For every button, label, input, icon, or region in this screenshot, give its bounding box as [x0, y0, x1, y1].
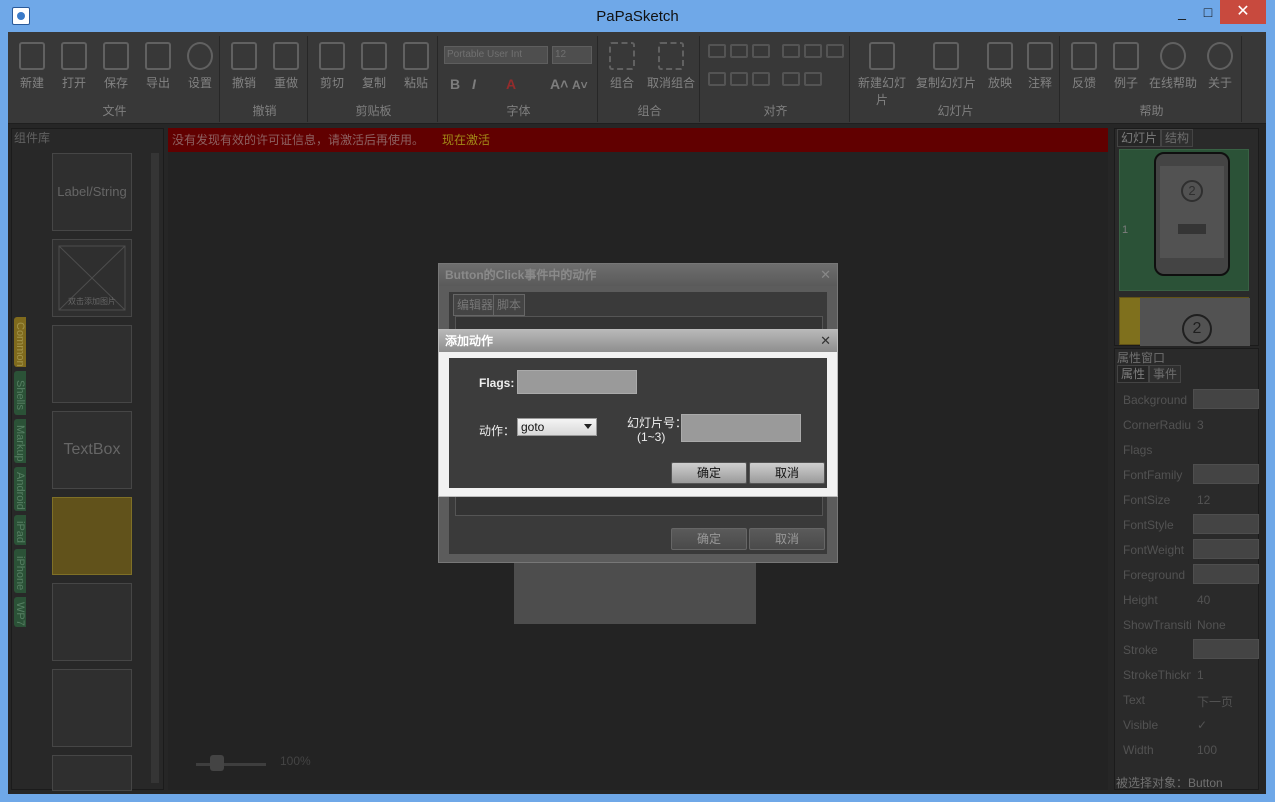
- add-action-dialog: 添加动作 ✕ Flags: 动作： goto 幻灯片号： (1~3) 确定 取消: [438, 329, 838, 497]
- close-icon[interactable]: ✕: [820, 333, 831, 349]
- tab-script[interactable]: 脚本: [493, 294, 526, 316]
- app-window: PaPaSketch _ □ ✕ 新建 打开 保存 导出 设置 文件 撤销 重做…: [0, 0, 1275, 802]
- chevron-down-icon: [584, 424, 592, 429]
- slide-number-input[interactable]: [681, 414, 801, 442]
- action-label: 动作：: [479, 424, 516, 438]
- window-title: PaPaSketch: [596, 8, 679, 25]
- client-area: 新建 打开 保存 导出 设置 文件 撤销 重做 撤销 剪切 复制 粘贴 剪贴板: [8, 32, 1266, 794]
- tab-editor[interactable]: 编辑器: [453, 294, 498, 316]
- add-action-dialog-body: Flags: 动作： goto 幻灯片号： (1~3) 确定 取消: [449, 358, 827, 488]
- slide-range-label: (1~3): [637, 430, 666, 444]
- slide-number-label: 幻灯片号：: [627, 416, 688, 430]
- close-button[interactable]: ✕: [1220, 0, 1266, 24]
- flags-input[interactable]: [517, 370, 637, 394]
- action-select[interactable]: goto: [517, 418, 597, 436]
- cancel-button[interactable]: 取消: [749, 462, 825, 484]
- add-action-dialog-title: 添加动作: [439, 330, 837, 352]
- back-ok-button[interactable]: 确定: [671, 528, 747, 550]
- click-action-dialog-title: Button的Click事件中的动作: [439, 264, 837, 286]
- flags-label: Flags:: [479, 376, 515, 390]
- back-cancel-button[interactable]: 取消: [749, 528, 825, 550]
- title-bar: PaPaSketch _ □ ✕: [0, 0, 1275, 32]
- ok-button[interactable]: 确定: [671, 462, 747, 484]
- close-icon[interactable]: ✕: [820, 267, 831, 283]
